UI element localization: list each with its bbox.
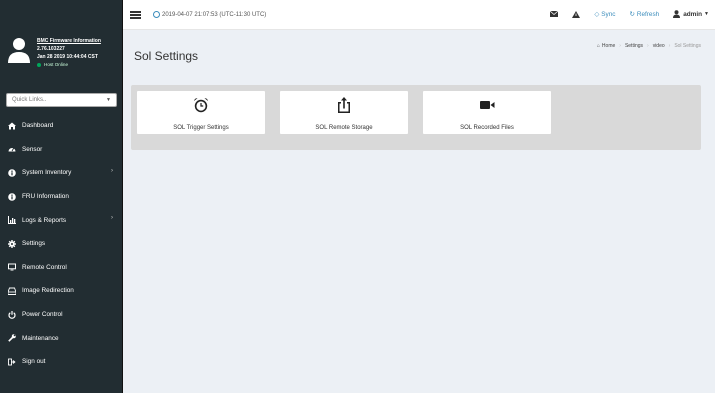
firmware-info-link[interactable]: BMC Firmware Information: [37, 37, 101, 45]
dashboard-icon: [8, 122, 16, 130]
bar-chart-icon: [8, 216, 16, 225]
sync-icon: ◇: [594, 11, 600, 18]
quick-links-placeholder: Quick Links..: [12, 97, 47, 103]
upload-icon: [336, 97, 352, 113]
user-menu[interactable]: admin ▼: [673, 10, 709, 18]
sol-settings-panel: SOL Trigger Settings SOL Remote Storage …: [131, 85, 701, 150]
info-icon: [8, 192, 16, 201]
user-label: admin: [683, 10, 703, 18]
sidebar-item-system-inventory[interactable]: System Inventory ›: [0, 161, 123, 185]
chevron-right-icon: ›: [111, 215, 113, 222]
power-icon: [8, 310, 16, 319]
tachometer-icon: [8, 145, 16, 153]
alarm-clock-icon: [193, 97, 209, 113]
clock-icon: [153, 11, 160, 18]
user-icon: [673, 10, 681, 18]
user-panel: BMC Firmware Information 2.76.103227 Jan…: [0, 0, 122, 82]
card-label: SOL Remote Storage: [315, 125, 373, 131]
caret-down-icon: ▼: [106, 97, 111, 103]
server-datetime: 2019-04-07 21:07:53 (UTC-11:30 UTC): [153, 11, 266, 18]
gear-icon: [8, 239, 16, 248]
user-avatar-icon: [8, 38, 30, 63]
firmware-info: BMC Firmware Information 2.76.103227 Jan…: [37, 37, 101, 69]
menu-toggle-icon[interactable]: [130, 11, 141, 19]
firmware-version: 2.76.103227: [37, 46, 65, 52]
page-title: Sol Settings: [134, 49, 199, 63]
sidebar-item-label: Image Redirection: [22, 287, 74, 295]
wrench-icon: [8, 334, 16, 342]
refresh-icon: ↻: [629, 11, 635, 18]
breadcrumb-settings[interactable]: Settings: [625, 43, 643, 49]
sidebar-item-label: Remote Control: [22, 263, 67, 271]
sidebar-item-remote-control[interactable]: Remote Control: [0, 256, 123, 280]
breadcrumb-separator: ›: [647, 43, 649, 49]
sidebar-item-label: Logs & Reports: [22, 216, 67, 224]
info-icon: [8, 169, 16, 177]
sidebar-item-sign-out[interactable]: Sign out: [0, 350, 123, 374]
envelope-icon[interactable]: [550, 11, 559, 17]
sidebar-item-logs-reports[interactable]: Logs & Reports ›: [0, 208, 123, 232]
sidebar-item-sensor[interactable]: Sensor: [0, 138, 123, 162]
top-right-controls: ◇ Sync ↻ Refresh admin ▼: [536, 10, 709, 18]
breadcrumb-separator: ›: [668, 43, 671, 49]
sync-label: Sync: [601, 10, 616, 18]
refresh-label: Refresh: [636, 10, 660, 18]
sol-remote-storage-card[interactable]: SOL Remote Storage: [280, 91, 408, 134]
sidebar-item-label: System Inventory: [22, 169, 72, 177]
sol-trigger-settings-card[interactable]: SOL Trigger Settings: [137, 91, 265, 134]
sidebar-item-label: Sign out: [22, 358, 46, 366]
host-status: Host Online: [37, 61, 101, 69]
host-status-label: Host Online: [44, 62, 69, 67]
video-camera-icon: [479, 97, 495, 113]
breadcrumb-video[interactable]: video: [653, 43, 665, 49]
datetime-label: 2019-04-07 21:07:53 (UTC-11:30 UTC): [162, 11, 267, 18]
firmware-date: Jan 28 2019 10:44:04 CST: [37, 54, 98, 60]
breadcrumb-current: Sol Settings: [674, 43, 701, 49]
warning-icon[interactable]: [572, 10, 581, 18]
top-navbar: 2019-04-07 21:07:53 (UTC-11:30 UTC) ◇ Syn…: [123, 0, 715, 30]
breadcrumb-home[interactable]: Home: [602, 43, 615, 49]
hdd-icon: [8, 287, 16, 295]
online-dot-icon: [37, 62, 41, 67]
sidebar-item-label: Sensor: [22, 145, 43, 153]
caret-down-icon: ▼: [704, 11, 709, 17]
sidebar-item-image-redirection[interactable]: Image Redirection: [0, 279, 123, 303]
sidebar-item-settings[interactable]: Settings: [0, 232, 123, 256]
sidebar-item-label: FRU Information: [22, 193, 69, 201]
card-label: SOL Recorded Files: [460, 125, 514, 131]
sidebar-item-dashboard[interactable]: Dashboard: [0, 114, 123, 138]
sidebar-item-fru-information[interactable]: FRU Information: [0, 185, 123, 209]
chevron-right-icon: ›: [111, 168, 113, 175]
sidebar-item-label: Power Control: [22, 311, 63, 319]
refresh-button[interactable]: ↻ Refresh: [629, 10, 660, 19]
sign-out-icon: [8, 358, 16, 366]
sidebar-item-label: Maintenance: [22, 334, 59, 342]
card-label: SOL Trigger Settings: [173, 125, 229, 131]
home-icon: ⌂: [596, 43, 600, 49]
sidebar: BMC Firmware Information 2.76.103227 Jan…: [0, 0, 123, 393]
sidebar-item-label: Settings: [22, 240, 46, 248]
quick-links-select[interactable]: Quick Links.. ▼: [6, 93, 117, 107]
sidebar-item-maintenance[interactable]: Maintenance: [0, 326, 123, 350]
breadcrumb: ⌂ Home › Settings › video › Sol Settings: [597, 43, 701, 49]
sidebar-item-label: Dashboard: [22, 122, 54, 130]
sidebar-nav: Dashboard Sensor System Inventory › FRU …: [0, 114, 123, 374]
monitor-icon: [8, 263, 16, 271]
sync-button[interactable]: ◇ Sync: [594, 10, 616, 19]
sol-recorded-files-card[interactable]: SOL Recorded Files: [423, 91, 551, 134]
sidebar-item-power-control[interactable]: Power Control: [0, 303, 123, 327]
breadcrumb-separator: ›: [619, 43, 621, 49]
